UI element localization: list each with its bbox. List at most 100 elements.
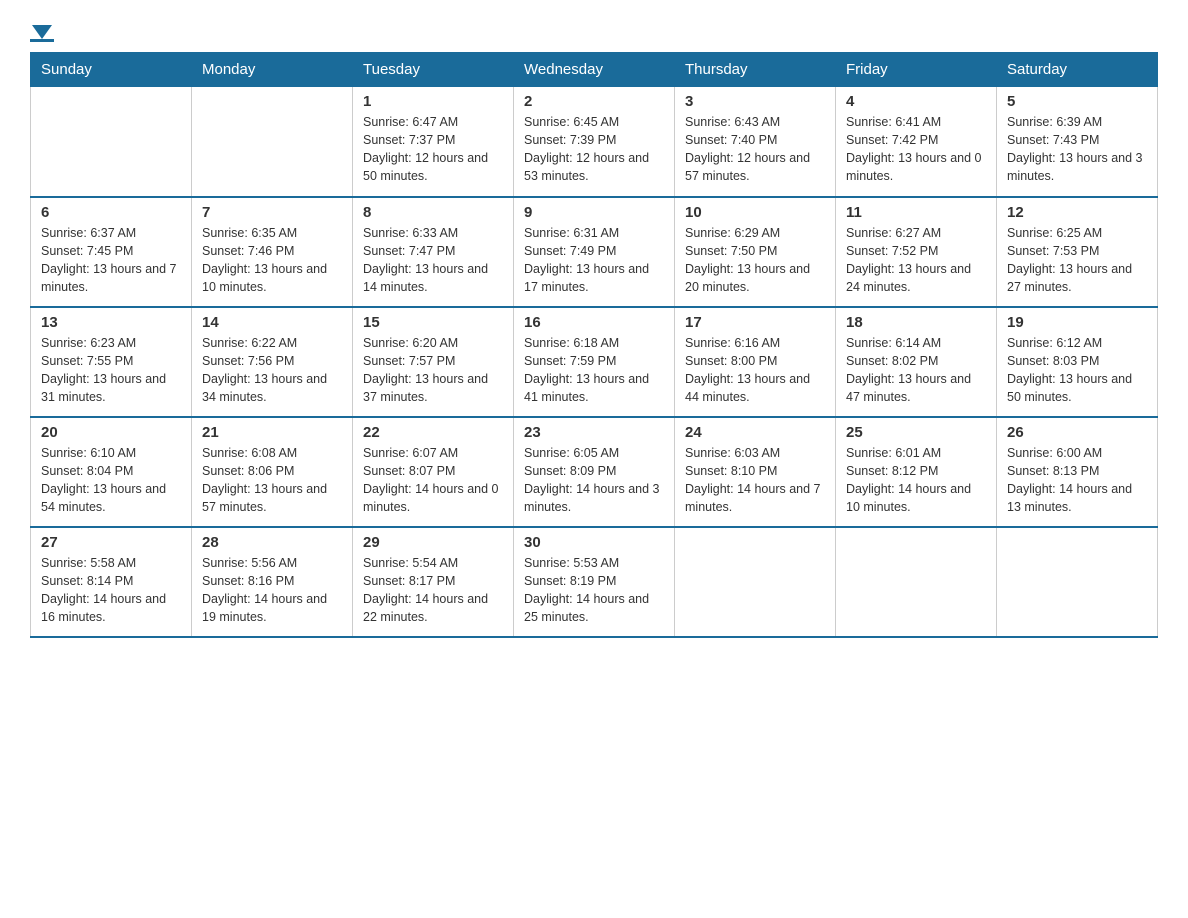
day-info: Sunrise: 6:47 AM Sunset: 7:37 PM Dayligh…	[363, 113, 503, 186]
calendar-day-cell: 25 Sunrise: 6:01 AM Sunset: 8:12 PM Dayli…	[836, 417, 997, 527]
calendar-day-cell	[31, 87, 192, 197]
day-info: Sunrise: 5:56 AM Sunset: 8:16 PM Dayligh…	[202, 554, 342, 627]
day-info: Sunrise: 5:53 AM Sunset: 8:19 PM Dayligh…	[524, 554, 664, 627]
calendar-day-cell: 7 Sunrise: 6:35 AM Sunset: 7:46 PM Daylig…	[192, 197, 353, 307]
calendar-day-cell: 29 Sunrise: 5:54 AM Sunset: 8:17 PM Dayli…	[353, 527, 514, 637]
calendar-header-row: SundayMondayTuesdayWednesdayThursdayFrid…	[31, 53, 1158, 87]
day-of-week-header: Tuesday	[353, 53, 514, 87]
day-info: Sunrise: 6:10 AM Sunset: 8:04 PM Dayligh…	[41, 444, 181, 517]
day-number: 17	[685, 314, 825, 331]
day-info: Sunrise: 6:33 AM Sunset: 7:47 PM Dayligh…	[363, 224, 503, 297]
calendar-day-cell: 14 Sunrise: 6:22 AM Sunset: 7:56 PM Dayli…	[192, 307, 353, 417]
calendar-day-cell: 3Sunrise: 6:43 AM Sunset: 7:40 PM Daylig…	[675, 87, 836, 197]
day-info: Sunrise: 6:29 AM Sunset: 7:50 PM Dayligh…	[685, 224, 825, 297]
day-number: 4	[846, 93, 986, 110]
day-number: 24	[685, 424, 825, 441]
day-info: Sunrise: 6:31 AM Sunset: 7:49 PM Dayligh…	[524, 224, 664, 297]
day-number: 6	[41, 204, 181, 221]
day-number: 12	[1007, 204, 1147, 221]
calendar-day-cell: 8 Sunrise: 6:33 AM Sunset: 7:47 PM Daylig…	[353, 197, 514, 307]
calendar-day-cell: 19 Sunrise: 6:12 AM Sunset: 8:03 PM Dayli…	[997, 307, 1158, 417]
page-header	[30, 20, 1158, 42]
day-number: 15	[363, 314, 503, 331]
day-info: Sunrise: 6:41 AM Sunset: 7:42 PM Dayligh…	[846, 113, 986, 186]
calendar-week-row: 13 Sunrise: 6:23 AM Sunset: 7:55 PM Dayli…	[31, 307, 1158, 417]
day-info: Sunrise: 6:14 AM Sunset: 8:02 PM Dayligh…	[846, 334, 986, 407]
day-of-week-header: Monday	[192, 53, 353, 87]
calendar-day-cell: 28 Sunrise: 5:56 AM Sunset: 8:16 PM Dayli…	[192, 527, 353, 637]
calendar-day-cell: 13 Sunrise: 6:23 AM Sunset: 7:55 PM Dayli…	[31, 307, 192, 417]
calendar-day-cell: 18 Sunrise: 6:14 AM Sunset: 8:02 PM Dayli…	[836, 307, 997, 417]
day-number: 27	[41, 534, 181, 551]
day-info: Sunrise: 6:07 AM Sunset: 8:07 PM Dayligh…	[363, 444, 503, 517]
day-info: Sunrise: 6:22 AM Sunset: 7:56 PM Dayligh…	[202, 334, 342, 407]
day-info: Sunrise: 6:08 AM Sunset: 8:06 PM Dayligh…	[202, 444, 342, 517]
calendar-day-cell: 9 Sunrise: 6:31 AM Sunset: 7:49 PM Daylig…	[514, 197, 675, 307]
calendar-day-cell: 20 Sunrise: 6:10 AM Sunset: 8:04 PM Dayli…	[31, 417, 192, 527]
calendar-day-cell: 16 Sunrise: 6:18 AM Sunset: 7:59 PM Dayli…	[514, 307, 675, 417]
day-number: 13	[41, 314, 181, 331]
day-of-week-header: Wednesday	[514, 53, 675, 87]
calendar-day-cell: 17 Sunrise: 6:16 AM Sunset: 8:00 PM Dayli…	[675, 307, 836, 417]
calendar-day-cell: 5 Sunrise: 6:39 AM Sunset: 7:43 PM Daylig…	[997, 87, 1158, 197]
day-info: Sunrise: 6:20 AM Sunset: 7:57 PM Dayligh…	[363, 334, 503, 407]
day-number: 9	[524, 204, 664, 221]
day-number: 1	[363, 93, 503, 110]
calendar-day-cell: 2 Sunrise: 6:45 AM Sunset: 7:39 PM Daylig…	[514, 87, 675, 197]
calendar-week-row: 27Sunrise: 5:58 AM Sunset: 8:14 PM Dayli…	[31, 527, 1158, 637]
calendar-day-cell: 23Sunrise: 6:05 AM Sunset: 8:09 PM Dayli…	[514, 417, 675, 527]
day-number: 20	[41, 424, 181, 441]
day-info: Sunrise: 6:12 AM Sunset: 8:03 PM Dayligh…	[1007, 334, 1147, 407]
day-number: 3	[685, 93, 825, 110]
logo-underline	[30, 39, 54, 42]
day-number: 25	[846, 424, 986, 441]
calendar-day-cell: 22 Sunrise: 6:07 AM Sunset: 8:07 PM Dayli…	[353, 417, 514, 527]
day-info: Sunrise: 6:05 AM Sunset: 8:09 PM Dayligh…	[524, 444, 664, 517]
day-number: 19	[1007, 314, 1147, 331]
calendar-day-cell: 12 Sunrise: 6:25 AM Sunset: 7:53 PM Dayli…	[997, 197, 1158, 307]
calendar-day-cell: 1 Sunrise: 6:47 AM Sunset: 7:37 PM Daylig…	[353, 87, 514, 197]
day-number: 11	[846, 204, 986, 221]
calendar-table: SundayMondayTuesdayWednesdayThursdayFrid…	[30, 52, 1158, 638]
calendar-day-cell: 4 Sunrise: 6:41 AM Sunset: 7:42 PM Daylig…	[836, 87, 997, 197]
day-number: 26	[1007, 424, 1147, 441]
calendar-week-row: 1 Sunrise: 6:47 AM Sunset: 7:37 PM Daylig…	[31, 87, 1158, 197]
calendar-day-cell: 11 Sunrise: 6:27 AM Sunset: 7:52 PM Dayli…	[836, 197, 997, 307]
calendar-day-cell: 21Sunrise: 6:08 AM Sunset: 8:06 PM Dayli…	[192, 417, 353, 527]
calendar-week-row: 6Sunrise: 6:37 AM Sunset: 7:45 PM Daylig…	[31, 197, 1158, 307]
day-number: 29	[363, 534, 503, 551]
day-info: Sunrise: 5:54 AM Sunset: 8:17 PM Dayligh…	[363, 554, 503, 627]
day-info: Sunrise: 6:03 AM Sunset: 8:10 PM Dayligh…	[685, 444, 825, 517]
day-number: 2	[524, 93, 664, 110]
logo-text	[30, 25, 54, 39]
calendar-day-cell	[192, 87, 353, 197]
day-info: Sunrise: 6:18 AM Sunset: 7:59 PM Dayligh…	[524, 334, 664, 407]
day-number: 8	[363, 204, 503, 221]
day-info: Sunrise: 6:35 AM Sunset: 7:46 PM Dayligh…	[202, 224, 342, 297]
day-info: Sunrise: 6:39 AM Sunset: 7:43 PM Dayligh…	[1007, 113, 1147, 186]
day-info: Sunrise: 6:23 AM Sunset: 7:55 PM Dayligh…	[41, 334, 181, 407]
day-info: Sunrise: 6:25 AM Sunset: 7:53 PM Dayligh…	[1007, 224, 1147, 297]
day-number: 7	[202, 204, 342, 221]
calendar-day-cell: 24 Sunrise: 6:03 AM Sunset: 8:10 PM Dayli…	[675, 417, 836, 527]
calendar-day-cell: 6Sunrise: 6:37 AM Sunset: 7:45 PM Daylig…	[31, 197, 192, 307]
calendar-day-cell	[836, 527, 997, 637]
day-info: Sunrise: 6:16 AM Sunset: 8:00 PM Dayligh…	[685, 334, 825, 407]
day-info: Sunrise: 6:27 AM Sunset: 7:52 PM Dayligh…	[846, 224, 986, 297]
day-info: Sunrise: 6:45 AM Sunset: 7:39 PM Dayligh…	[524, 113, 664, 186]
day-number: 28	[202, 534, 342, 551]
day-number: 14	[202, 314, 342, 331]
day-number: 18	[846, 314, 986, 331]
day-of-week-header: Thursday	[675, 53, 836, 87]
calendar-day-cell	[675, 527, 836, 637]
day-number: 22	[363, 424, 503, 441]
day-number: 5	[1007, 93, 1147, 110]
day-info: Sunrise: 6:01 AM Sunset: 8:12 PM Dayligh…	[846, 444, 986, 517]
calendar-day-cell: 10 Sunrise: 6:29 AM Sunset: 7:50 PM Dayli…	[675, 197, 836, 307]
day-number: 16	[524, 314, 664, 331]
day-number: 10	[685, 204, 825, 221]
day-number: 30	[524, 534, 664, 551]
calendar-day-cell: 15 Sunrise: 6:20 AM Sunset: 7:57 PM Dayli…	[353, 307, 514, 417]
day-of-week-header: Saturday	[997, 53, 1158, 87]
day-info: Sunrise: 6:00 AM Sunset: 8:13 PM Dayligh…	[1007, 444, 1147, 517]
